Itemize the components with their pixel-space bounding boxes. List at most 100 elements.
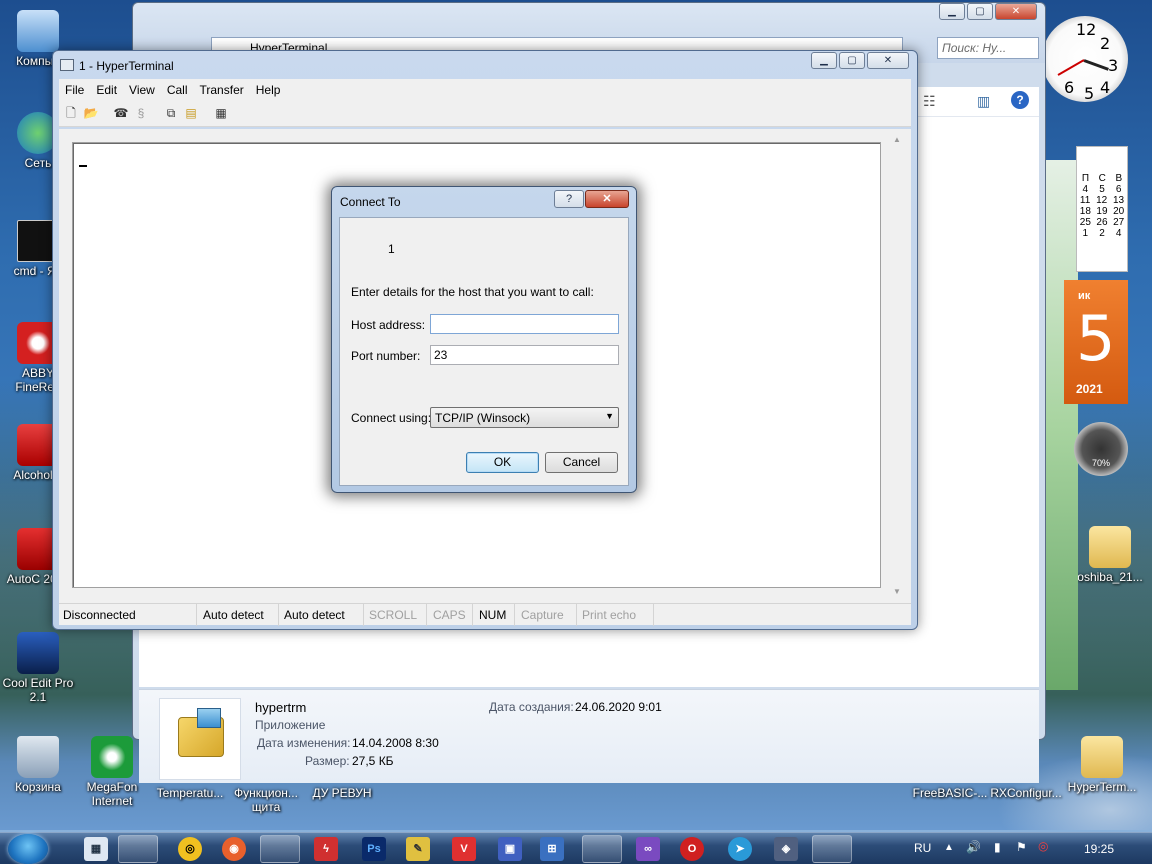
taskbar-chrome-button[interactable] — [260, 835, 300, 863]
desktop-icon-function[interactable]: Функцион... щита — [228, 786, 304, 814]
help-button[interactable]: ? — [554, 190, 584, 208]
desktop-icon-label: ДУ РЕВУН — [312, 786, 372, 800]
status-capture: Capture — [517, 604, 577, 626]
clock-time[interactable]: 19:25 — [1084, 842, 1114, 856]
menu-transfer[interactable]: Transfer — [194, 79, 250, 101]
calendar-row: 18 19 20 — [1077, 206, 1127, 217]
close-button[interactable]: ✕ — [867, 52, 909, 69]
hyperterminal-app-icon — [178, 708, 224, 757]
vertical-scrollbar[interactable]: ▲ ▼ — [891, 129, 905, 599]
app-window-icon[interactable]: ◈ — [774, 837, 798, 861]
scroll-up-icon[interactable]: ▲ — [893, 135, 901, 144]
host-address-label: Host address: — [351, 318, 426, 332]
help-icon[interactable]: ? — [1011, 91, 1029, 109]
app-icon[interactable]: ◎ — [178, 837, 202, 861]
host-address-input[interactable] — [430, 314, 619, 334]
properties-icon[interactable]: ▦ — [213, 106, 229, 121]
volume-icon[interactable]: 🔊 — [966, 840, 981, 854]
taskbar-hyperterminal-button[interactable] — [582, 835, 622, 863]
start-button[interactable] — [8, 834, 48, 864]
connect-phone-icon[interactable]: ☎ — [113, 106, 129, 121]
maximize-button[interactable]: ▢ — [967, 3, 993, 20]
visual-studio-icon[interactable]: ∞ — [636, 837, 660, 861]
status-emulation: Auto detect — [199, 604, 279, 626]
notepad-icon[interactable]: ✎ — [406, 837, 430, 861]
flash-icon[interactable]: ϟ — [314, 837, 338, 861]
desktop-icon-label: HyperTerm... — [1067, 780, 1137, 794]
clock-number: 12 — [1076, 20, 1097, 39]
new-document-icon[interactable]: 🗋 — [63, 106, 79, 121]
tray-expand-icon[interactable]: ▲ — [944, 842, 954, 853]
flag-icon[interactable]: ⚑ — [1016, 840, 1027, 854]
calendar-row: 25 26 27 — [1077, 217, 1127, 228]
menu-view[interactable]: View — [123, 79, 161, 101]
language-indicator[interactable]: RU — [914, 841, 931, 855]
firefox-icon[interactable]: ◉ — [222, 837, 246, 861]
floppy-icon[interactable]: ▣ — [498, 837, 522, 861]
file-type: Приложение — [255, 718, 326, 732]
taskbar-explorer-button[interactable] — [118, 835, 158, 863]
maximize-button[interactable]: ▢ — [839, 52, 865, 69]
calculator-icon[interactable]: ▦ — [84, 837, 108, 861]
close-button[interactable]: ✕ — [995, 3, 1037, 20]
calendar-weekday: В — [1115, 173, 1123, 184]
desktop-icon-label: Сеть — [24, 156, 52, 170]
modified-label: Дата изменения: — [257, 736, 351, 750]
connect-using-select[interactable]: TCP/IP (Winsock) ▼ — [430, 407, 619, 428]
opera-icon[interactable]: O — [680, 837, 704, 861]
preview-pane-icon[interactable]: ▥ — [977, 93, 990, 110]
telegram-icon[interactable]: ➤ — [728, 837, 752, 861]
desktop-icon-freebasic[interactable]: FreeBASIC-... — [912, 786, 988, 800]
network-icon[interactable]: ⊞ — [540, 837, 564, 861]
folder-icon — [1089, 526, 1131, 568]
computer-icon — [17, 10, 59, 52]
opera-tray-icon[interactable]: ◎ — [1038, 839, 1048, 853]
photoshop-icon[interactable]: Ps — [362, 837, 386, 861]
search-input[interactable]: Поиск: Ну... — [937, 37, 1039, 59]
file-thumbnail — [159, 698, 241, 780]
taskbar-winrar-button[interactable] — [812, 835, 852, 863]
dialog-close-button[interactable]: ✕ — [585, 190, 629, 208]
desktop-icon-label: RXConfigur... — [990, 786, 1062, 800]
receive-file-icon[interactable]: ▤ — [183, 106, 199, 121]
calendar-day: 11 — [1079, 195, 1091, 206]
dialog-instructions: Enter details for the host that you want… — [351, 285, 594, 299]
vivaldi-icon[interactable]: V — [452, 837, 476, 861]
calendar-day: 4 — [1082, 184, 1089, 195]
calendar-day: 25 — [1079, 217, 1091, 228]
desktop-icon-toshiba[interactable]: oshiba_21... — [1072, 526, 1148, 584]
minimize-button[interactable]: ▁ — [939, 3, 965, 20]
hyperterminal-titlebar[interactable]: 1 - HyperTerminal ▁ ▢ ✕ — [53, 51, 917, 79]
clock-number: 2 — [1100, 34, 1111, 53]
connect-using-value: TCP/IP (Winsock) — [435, 411, 531, 425]
desktop-icon-label: oshiba_21... — [1077, 570, 1143, 584]
disconnect-icon[interactable]: § — [133, 106, 149, 121]
clock-number: 6 — [1064, 78, 1075, 97]
view-options-icon[interactable]: ☷ — [923, 93, 936, 110]
calendar-gadget: П С В 4 5 6 11 12 13 18 19 20 25 26 27 1… — [1076, 146, 1128, 272]
cancel-button[interactable]: Cancel — [545, 452, 618, 473]
minimize-button[interactable]: ▁ — [811, 52, 837, 69]
desktop-icon-recycle-bin[interactable]: Корзина — [0, 736, 76, 794]
port-number-input[interactable]: 23 — [430, 345, 619, 365]
menu-call[interactable]: Call — [161, 79, 194, 101]
ok-button[interactable]: OK — [466, 452, 539, 473]
desktop-icon-label: MegaFon Internet — [86, 780, 138, 808]
desktop-icon-hyperterm[interactable]: HyperTerm... — [1064, 736, 1140, 794]
calendar-day: 4 — [1115, 228, 1122, 239]
desktop-icon-cooledit[interactable]: Cool Edit Pro 2.1 — [0, 632, 76, 704]
menu-file[interactable]: File — [59, 79, 90, 101]
network-tray-icon[interactable]: ▮ — [994, 840, 1001, 854]
desktop-icon-revun[interactable]: ДУ РЕВУН — [304, 786, 380, 800]
scroll-down-icon[interactable]: ▼ — [893, 587, 901, 596]
details-pane: hypertrm Приложение Дата изменения: 14.0… — [139, 689, 1039, 783]
desktop-icon-temperature[interactable]: Temperatu... — [152, 786, 228, 800]
cpu-meter-gadget: 70% — [1074, 422, 1128, 476]
taskbar: ▦ ◎ ◉ ϟ Ps ✎ V ▣ ⊞ ∞ O ➤ ◈ RU ▲ 🔊 ▮ ⚑ ◎ … — [0, 832, 1152, 864]
menu-help[interactable]: Help — [250, 79, 287, 101]
menu-edit[interactable]: Edit — [90, 79, 123, 101]
desktop-icon-rxconfig[interactable]: RXConfigur... — [988, 786, 1064, 800]
send-file-icon[interactable]: ⧉ — [163, 106, 179, 121]
open-folder-icon[interactable]: 📂 — [83, 106, 99, 121]
calendar-day: 6 — [1115, 184, 1122, 195]
